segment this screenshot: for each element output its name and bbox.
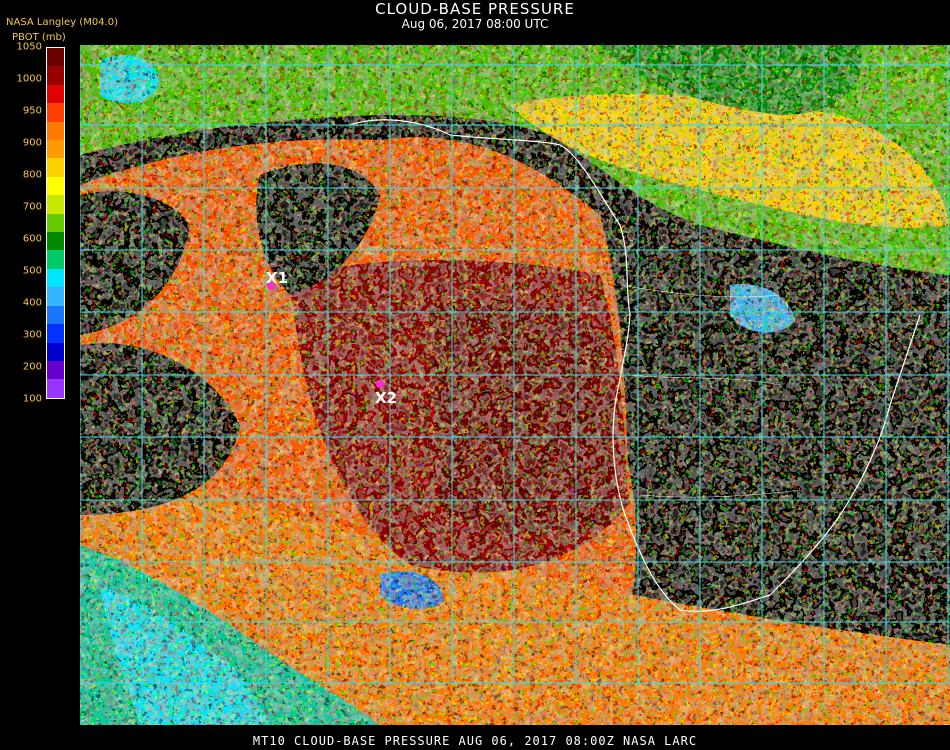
legend-swatch: [47, 121, 64, 141]
legend-swatch: [47, 250, 64, 269]
legend-tick: 950: [22, 105, 42, 117]
legend-tick: 200: [22, 361, 42, 373]
legend-swatch: [47, 360, 64, 380]
legend-tick: 100: [22, 393, 42, 405]
footer-caption: MT10 CLOUD-BASE PRESSURE AUG 06, 2017 08…: [252, 734, 698, 748]
legend-swatch: [47, 379, 64, 398]
legend-swatch: [47, 84, 64, 104]
legend-swatch: [47, 176, 64, 196]
color-legend-bar: [46, 47, 65, 399]
marker-x2-label: X2: [375, 389, 397, 407]
legend-tick: 500: [22, 265, 42, 277]
legend-swatch: [47, 140, 64, 159]
marker-x1-label: X1: [266, 269, 288, 287]
map-title: CLOUD-BASE PRESSURE: [375, 0, 575, 18]
legend-tick: 700: [22, 201, 42, 213]
legend-swatch: [47, 305, 64, 325]
legend-tick: 1000: [16, 73, 42, 85]
source-label: NASA Langley (M04.0): [6, 17, 118, 28]
legend-tick: 1050: [16, 41, 42, 53]
legend-tick: 400: [22, 297, 42, 309]
legend-tick: 300: [22, 329, 42, 341]
legend-swatch: [47, 287, 64, 306]
legend-swatch: [47, 324, 64, 343]
legend-swatch: [47, 195, 64, 214]
legend-tick: 600: [22, 233, 42, 245]
legend-ticks: 1050 1000 950 900 800 700 600 500 400 30…: [0, 42, 42, 405]
legend-swatch: [47, 66, 64, 85]
legend-swatch: [47, 48, 64, 67]
legend-tick: 900: [22, 137, 42, 149]
legend-swatch: [47, 213, 64, 233]
legend-swatch: [47, 232, 64, 251]
legend-swatch: [47, 342, 64, 361]
marker-x2-dot: [376, 380, 384, 388]
cloud-noise: [80, 45, 950, 725]
legend-swatch: [47, 158, 64, 177]
satellite-cloud-map: X1 X2: [80, 45, 950, 725]
legend-swatch: [47, 103, 64, 122]
legend-swatch: [47, 268, 64, 288]
map-timestamp: Aug 06, 2017 08:00 UTC: [401, 17, 549, 31]
legend-tick: 800: [22, 169, 42, 181]
